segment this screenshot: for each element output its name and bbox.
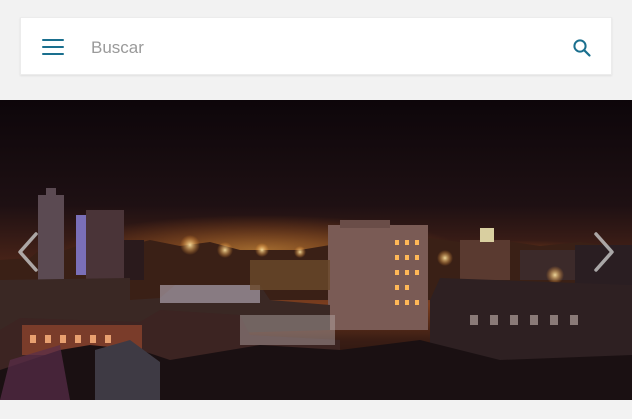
menu-button[interactable] [40,35,66,57]
carousel-next-button[interactable] [588,230,618,274]
search-bar [20,17,612,75]
carousel-image [0,100,632,400]
page [0,0,632,419]
menu-line [42,46,64,48]
chevron-left-icon [18,232,38,272]
city-night-photo [0,100,632,400]
search-button[interactable] [571,37,593,59]
menu-line [42,53,64,55]
carousel-prev-button[interactable] [14,230,44,274]
search-icon [573,39,591,57]
menu-line [42,39,64,41]
chevron-right-icon [594,232,614,272]
search-input[interactable] [89,32,553,64]
